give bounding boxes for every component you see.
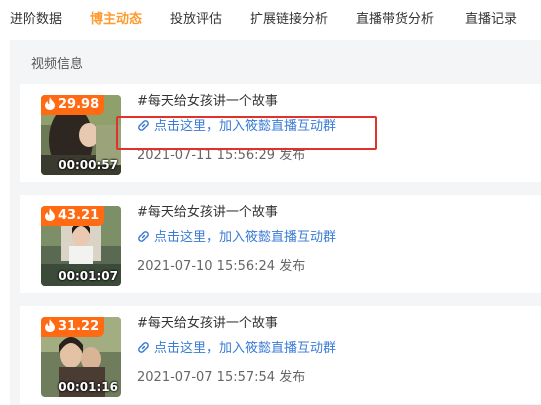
heat-value: 29.98 xyxy=(58,97,100,112)
heat-badge: 31.22 xyxy=(41,317,105,337)
video-thumbnail[interactable]: 43.21 00:01:07 xyxy=(41,206,121,286)
heat-value: 43.21 xyxy=(58,208,100,223)
video-title[interactable]: #每天给女孩讲一个故事 xyxy=(137,201,278,220)
flame-icon xyxy=(45,97,55,110)
publish-date: 2021-07-10 15:56:24 发布 xyxy=(137,259,306,274)
link-icon xyxy=(138,231,149,242)
video-duration: 00:00:57 xyxy=(58,158,118,172)
link-text: 点击这里，加入筱懿直播互动群 xyxy=(154,341,337,356)
flame-icon xyxy=(45,319,55,332)
group-join-link[interactable]: 点击这里，加入筱懿直播互动群 xyxy=(137,226,336,245)
group-join-link[interactable]: 点击这里，加入筱懿直播互动群 xyxy=(137,337,336,356)
tab-blogger-activity[interactable]: 博主动态 xyxy=(90,8,142,27)
video-thumbnail[interactable]: 31.22 00:01:16 xyxy=(41,317,121,397)
tab-live-commerce-analysis[interactable]: 直播带货分析 xyxy=(356,8,434,27)
heat-badge: 43.21 xyxy=(41,206,105,226)
highlight-annotation-box xyxy=(116,116,377,150)
heat-badge: 29.98 xyxy=(41,95,105,115)
link-icon xyxy=(138,342,149,353)
tab-bar: 进阶数据 博主动态 投放评估 扩展链接分析 直播带货分析 直播记录 xyxy=(0,0,541,34)
publish-date: 2021-07-07 15:57:54 发布 xyxy=(137,370,306,385)
heat-value: 31.22 xyxy=(58,319,100,334)
video-duration: 00:01:16 xyxy=(58,380,118,394)
video-info-panel: 视频信息 29.98 00:00:57 #每天给女孩讲一个故事 点击这里，加入筱… xyxy=(10,40,541,405)
video-card[interactable]: 43.21 00:01:07 #每天给女孩讲一个故事 点击这里，加入筱懿直播互动… xyxy=(20,195,541,293)
flame-icon xyxy=(45,208,55,221)
video-duration: 00:01:07 xyxy=(58,269,118,283)
tab-advanced-data[interactable]: 进阶数据 xyxy=(10,8,62,27)
tab-ad-evaluation[interactable]: 投放评估 xyxy=(170,8,222,27)
section-title: 视频信息 xyxy=(31,57,84,72)
video-title[interactable]: #每天给女孩讲一个故事 xyxy=(137,312,278,331)
video-thumbnail[interactable]: 29.98 00:00:57 xyxy=(41,95,121,175)
video-title[interactable]: #每天给女孩讲一个故事 xyxy=(137,90,278,109)
tab-live-records[interactable]: 直播记录 xyxy=(465,8,517,27)
video-card[interactable]: 31.22 00:01:16 #每天给女孩讲一个故事 点击这里，加入筱懿直播互动… xyxy=(20,306,541,404)
link-text: 点击这里，加入筱懿直播互动群 xyxy=(154,230,337,245)
tab-extended-link-analysis[interactable]: 扩展链接分析 xyxy=(250,8,328,27)
